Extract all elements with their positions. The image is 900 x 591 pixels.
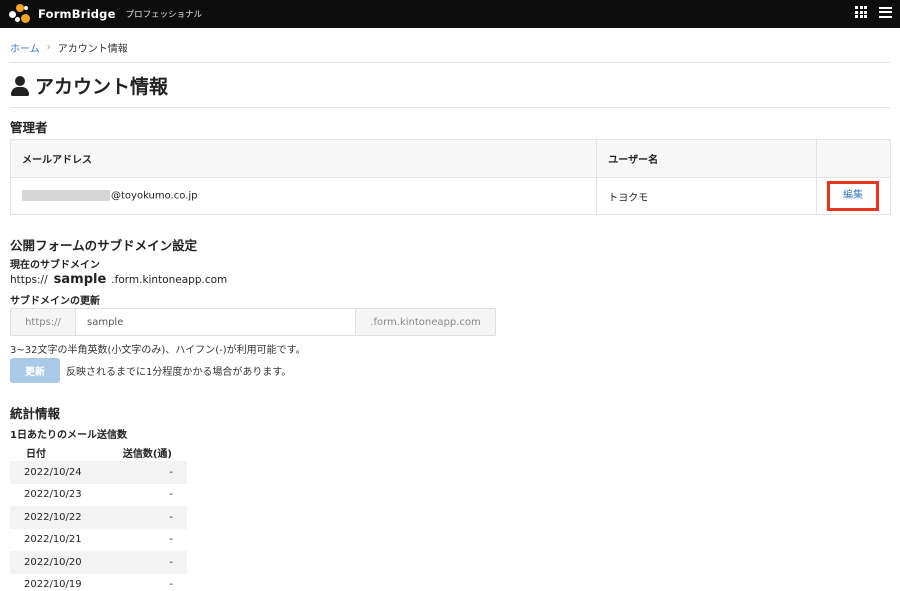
subdomain-input[interactable] [75, 308, 356, 336]
current-subdomain-prefix: https:// [10, 274, 48, 286]
subdomain-input-suffix: .form.kintoneapp.com [356, 308, 496, 336]
column-header-email: メールアドレス [9, 139, 598, 178]
chevron-right-icon: › [46, 42, 51, 53]
update-note: 反映されるまでに1分程度かかる場合があります。 [66, 367, 292, 378]
admin-table-header: メールアドレス ユーザー名 [9, 139, 892, 178]
current-subdomain-url: https:// sample .form.kintoneapp.com [10, 272, 227, 287]
table-row: 2022/10/21 - [10, 529, 187, 552]
actions-cell: 編集 [815, 177, 892, 215]
brand-name[interactable]: FormBridge [38, 7, 116, 21]
table-row: 2022/10/23 - [10, 484, 187, 507]
username-cell: トヨクモ [596, 177, 817, 215]
top-navigation-bar: FormBridge プロフェッショナル [0, 0, 900, 28]
formbridge-logo-icon[interactable] [8, 2, 32, 26]
subdomain-hint: 3~32文字の半角英数(小文字のみ)、ハイフン(-)が利用可能です。 [10, 345, 306, 356]
table-row: 2022/10/22- [10, 506, 187, 529]
masked-email-redaction [22, 190, 110, 202]
stats-count-cell: - [169, 579, 173, 591]
column-header-count: 送信数(通) [122, 449, 172, 460]
column-header-actions [815, 139, 892, 178]
stats-section-title: 統計情報 [10, 406, 61, 421]
page-title-row: アカウント情報 [10, 72, 168, 99]
table-row: @toyokumo.co.jp トヨクモ 編集 [9, 177, 892, 215]
stats-table-header: 日付 送信数(通) [10, 444, 187, 461]
divider [10, 107, 890, 108]
stats-count-cell: - [103, 551, 187, 574]
current-subdomain-suffix: .form.kintoneapp.com [111, 274, 228, 286]
admin-section-title: 管理者 [10, 120, 48, 135]
stats-date-cell: 2022/10/24 [10, 461, 104, 484]
stats-count-cell: - [169, 489, 173, 501]
table-row: 2022/10/24- [10, 461, 187, 484]
table-row: 2022/10/20- [10, 551, 187, 574]
stats-date-cell: 2022/10/19 [24, 579, 82, 591]
hamburger-menu-icon[interactable] [879, 6, 892, 18]
user-icon [10, 75, 30, 97]
subdomain-input-prefix: https:// [10, 308, 75, 336]
current-subdomain-value: sample [53, 272, 107, 287]
edition-label: プロフェッショナル [125, 10, 203, 20]
stats-date-cell: 2022/10/22 [10, 506, 104, 529]
edit-button[interactable]: 編集 [826, 181, 879, 211]
divider [10, 62, 890, 63]
stats-date-cell: 2022/10/20 [10, 551, 104, 574]
breadcrumb-current: アカウント情報 [57, 44, 128, 55]
column-header-date: 日付 [26, 449, 46, 460]
stats-table: 日付 送信数(通) 2022/10/24-2022/10/23-2022/10/… [10, 444, 187, 591]
stats-count-cell: - [103, 506, 187, 529]
current-subdomain-label: 現在のサブドメイン [10, 260, 100, 271]
update-row: 更新 反映されるまでに1分程度かかる場合があります。 [10, 358, 291, 383]
stats-subtitle: 1日あたりのメール送信数 [10, 430, 127, 441]
stats-count-cell: - [169, 534, 173, 546]
breadcrumb-home-link[interactable]: ホーム [10, 40, 40, 55]
page-title: アカウント情報 [35, 76, 169, 98]
subdomain-input-group: https:// .form.kintoneapp.com [10, 308, 496, 336]
email-cell: @toyokumo.co.jp [9, 177, 598, 215]
stats-date-cell: 2022/10/23 [24, 489, 82, 501]
stats-date-cell: 2022/10/21 [24, 534, 82, 546]
email-domain: @toyokumo.co.jp [111, 190, 198, 202]
apps-grid-icon[interactable] [855, 6, 867, 18]
stats-count-cell: - [103, 461, 187, 484]
admin-table: メールアドレス ユーザー名 @toyokumo.co.jp トヨクモ 編集 [9, 139, 892, 215]
subdomain-section-title: 公開フォームのサブドメイン設定 [10, 238, 198, 253]
update-subdomain-label: サブドメインの更新 [10, 296, 100, 307]
column-header-username: ユーザー名 [596, 139, 817, 178]
table-row: 2022/10/19 - [10, 574, 187, 591]
breadcrumb: ホーム › アカウント情報 [10, 40, 128, 55]
update-button[interactable]: 更新 [10, 358, 60, 383]
